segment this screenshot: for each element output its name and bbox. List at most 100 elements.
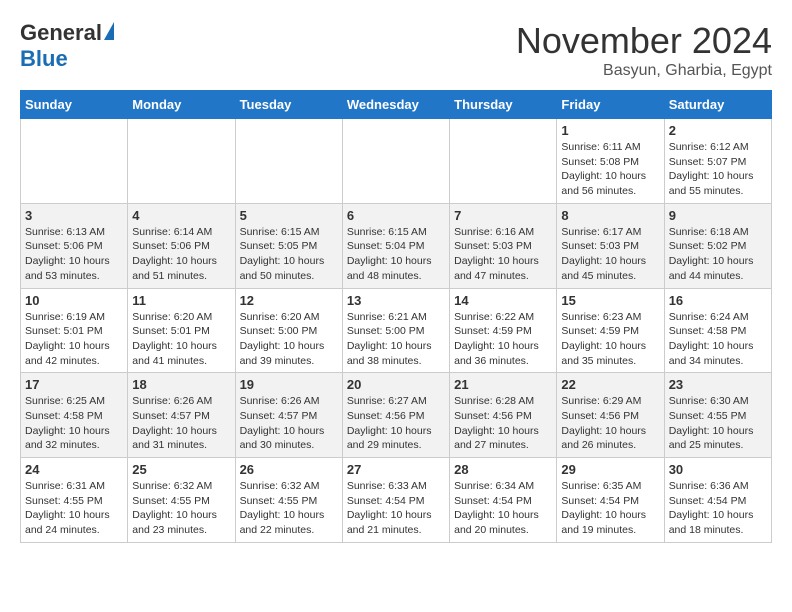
day-info: Sunrise: 6:31 AM Sunset: 4:55 PM Dayligh…: [25, 479, 123, 538]
calendar-cell: 10 Sunrise: 6:19 AM Sunset: 5:01 PM Dayli…: [21, 288, 128, 373]
calendar-cell: 28Sunrise: 6:34 AM Sunset: 4:54 PM Dayli…: [450, 458, 557, 543]
day-number: 8: [561, 208, 659, 223]
calendar-cell: 23 Sunrise: 6:30 AM Sunset: 4:55 PM Dayli…: [664, 373, 771, 458]
calendar-cell: 30 Sunrise: 6:36 AM Sunset: 4:54 PM Dayli…: [664, 458, 771, 543]
calendar-cell: 5 Sunrise: 6:15 AM Sunset: 5:05 PM Daylig…: [235, 203, 342, 288]
calendar-week-row: 24 Sunrise: 6:31 AM Sunset: 4:55 PM Dayli…: [21, 458, 772, 543]
calendar-cell: 24 Sunrise: 6:31 AM Sunset: 4:55 PM Dayli…: [21, 458, 128, 543]
weekday-header: Saturday: [664, 91, 771, 119]
month-title: November 2024: [516, 20, 772, 62]
calendar-cell: 20 Sunrise: 6:27 AM Sunset: 4:56 PM Dayli…: [342, 373, 449, 458]
weekday-header: Monday: [128, 91, 235, 119]
day-info: Sunrise: 6:20 AM Sunset: 5:00 PM Dayligh…: [240, 310, 338, 369]
day-info: Sunrise: 6:27 AM Sunset: 4:56 PM Dayligh…: [347, 394, 445, 453]
logo-triangle-icon: [104, 22, 114, 40]
day-number: 14: [454, 293, 552, 308]
calendar-cell: 12 Sunrise: 6:20 AM Sunset: 5:00 PM Dayli…: [235, 288, 342, 373]
day-info: Sunrise: 6:34 AM Sunset: 4:54 PM Dayligh…: [454, 479, 552, 538]
day-info: Sunrise: 6:12 AM Sunset: 5:07 PM Dayligh…: [669, 140, 767, 199]
day-info: Sunrise: 6:23 AM Sunset: 4:59 PM Dayligh…: [561, 310, 659, 369]
calendar-cell: 11 Sunrise: 6:20 AM Sunset: 5:01 PM Dayli…: [128, 288, 235, 373]
calendar-header-row: SundayMondayTuesdayWednesdayThursdayFrid…: [21, 91, 772, 119]
calendar-cell: 26 Sunrise: 6:32 AM Sunset: 4:55 PM Dayli…: [235, 458, 342, 543]
calendar-cell: 15 Sunrise: 6:23 AM Sunset: 4:59 PM Dayli…: [557, 288, 664, 373]
calendar-cell: 13Sunrise: 6:21 AM Sunset: 5:00 PM Dayli…: [342, 288, 449, 373]
day-number: 26: [240, 462, 338, 477]
day-info: Sunrise: 6:32 AM Sunset: 4:55 PM Dayligh…: [132, 479, 230, 538]
day-number: 23: [669, 377, 767, 392]
calendar-cell: 1 Sunrise: 6:11 AM Sunset: 5:08 PM Daylig…: [557, 119, 664, 204]
calendar-cell: [128, 119, 235, 204]
weekday-header: Wednesday: [342, 91, 449, 119]
day-number: 27: [347, 462, 445, 477]
day-info: Sunrise: 6:24 AM Sunset: 4:58 PM Dayligh…: [669, 310, 767, 369]
day-info: Sunrise: 6:21 AM Sunset: 5:00 PM Dayligh…: [347, 310, 445, 369]
day-info: Sunrise: 6:15 AM Sunset: 5:04 PM Dayligh…: [347, 225, 445, 284]
day-number: 4: [132, 208, 230, 223]
day-info: Sunrise: 6:35 AM Sunset: 4:54 PM Dayligh…: [561, 479, 659, 538]
day-number: 19: [240, 377, 338, 392]
day-number: 1: [561, 123, 659, 138]
title-section: November 2024 Basyun, Gharbia, Egypt: [516, 20, 772, 80]
day-info: Sunrise: 6:14 AM Sunset: 5:06 PM Dayligh…: [132, 225, 230, 284]
calendar-cell: 9 Sunrise: 6:18 AM Sunset: 5:02 PM Daylig…: [664, 203, 771, 288]
page-header: General Blue November 2024 Basyun, Gharb…: [20, 20, 772, 80]
day-number: 21: [454, 377, 552, 392]
day-info: Sunrise: 6:20 AM Sunset: 5:01 PM Dayligh…: [132, 310, 230, 369]
day-number: 3: [25, 208, 123, 223]
day-info: Sunrise: 6:22 AM Sunset: 4:59 PM Dayligh…: [454, 310, 552, 369]
day-info: Sunrise: 6:26 AM Sunset: 4:57 PM Dayligh…: [132, 394, 230, 453]
day-number: 22: [561, 377, 659, 392]
day-info: Sunrise: 6:32 AM Sunset: 4:55 PM Dayligh…: [240, 479, 338, 538]
day-info: Sunrise: 6:26 AM Sunset: 4:57 PM Dayligh…: [240, 394, 338, 453]
calendar-week-row: 3Sunrise: 6:13 AM Sunset: 5:06 PM Daylig…: [21, 203, 772, 288]
day-info: Sunrise: 6:16 AM Sunset: 5:03 PM Dayligh…: [454, 225, 552, 284]
weekday-header: Sunday: [21, 91, 128, 119]
day-info: Sunrise: 6:30 AM Sunset: 4:55 PM Dayligh…: [669, 394, 767, 453]
day-info: Sunrise: 6:17 AM Sunset: 5:03 PM Dayligh…: [561, 225, 659, 284]
calendar-week-row: 17 Sunrise: 6:25 AM Sunset: 4:58 PM Dayli…: [21, 373, 772, 458]
day-info: Sunrise: 6:11 AM Sunset: 5:08 PM Dayligh…: [561, 140, 659, 199]
calendar-cell: 21 Sunrise: 6:28 AM Sunset: 4:56 PM Dayli…: [450, 373, 557, 458]
calendar-cell: [235, 119, 342, 204]
logo-blue: Blue: [20, 46, 68, 72]
day-number: 24: [25, 462, 123, 477]
calendar-cell: 25 Sunrise: 6:32 AM Sunset: 4:55 PM Dayli…: [128, 458, 235, 543]
day-number: 30: [669, 462, 767, 477]
calendar-cell: [21, 119, 128, 204]
calendar-cell: [450, 119, 557, 204]
calendar-cell: 22Sunrise: 6:29 AM Sunset: 4:56 PM Dayli…: [557, 373, 664, 458]
day-info: Sunrise: 6:19 AM Sunset: 5:01 PM Dayligh…: [25, 310, 123, 369]
logo-general: General: [20, 20, 102, 46]
calendar-cell: 17 Sunrise: 6:25 AM Sunset: 4:58 PM Dayli…: [21, 373, 128, 458]
day-number: 5: [240, 208, 338, 223]
calendar-cell: 4 Sunrise: 6:14 AM Sunset: 5:06 PM Daylig…: [128, 203, 235, 288]
day-number: 20: [347, 377, 445, 392]
day-number: 9: [669, 208, 767, 223]
weekday-header: Friday: [557, 91, 664, 119]
calendar-week-row: 10 Sunrise: 6:19 AM Sunset: 5:01 PM Dayli…: [21, 288, 772, 373]
day-info: Sunrise: 6:28 AM Sunset: 4:56 PM Dayligh…: [454, 394, 552, 453]
calendar-cell: 3Sunrise: 6:13 AM Sunset: 5:06 PM Daylig…: [21, 203, 128, 288]
day-number: 25: [132, 462, 230, 477]
day-number: 15: [561, 293, 659, 308]
calendar-cell: 14 Sunrise: 6:22 AM Sunset: 4:59 PM Dayli…: [450, 288, 557, 373]
weekday-header: Tuesday: [235, 91, 342, 119]
calendar-cell: 8 Sunrise: 6:17 AM Sunset: 5:03 PM Daylig…: [557, 203, 664, 288]
weekday-header: Thursday: [450, 91, 557, 119]
day-number: 10: [25, 293, 123, 308]
day-info: Sunrise: 6:25 AM Sunset: 4:58 PM Dayligh…: [25, 394, 123, 453]
day-info: Sunrise: 6:15 AM Sunset: 5:05 PM Dayligh…: [240, 225, 338, 284]
calendar-week-row: 1 Sunrise: 6:11 AM Sunset: 5:08 PM Daylig…: [21, 119, 772, 204]
calendar-cell: 18Sunrise: 6:26 AM Sunset: 4:57 PM Dayli…: [128, 373, 235, 458]
calendar-cell: 6Sunrise: 6:15 AM Sunset: 5:04 PM Daylig…: [342, 203, 449, 288]
day-info: Sunrise: 6:36 AM Sunset: 4:54 PM Dayligh…: [669, 479, 767, 538]
calendar-cell: [342, 119, 449, 204]
day-number: 12: [240, 293, 338, 308]
calendar-cell: 29Sunrise: 6:35 AM Sunset: 4:54 PM Dayli…: [557, 458, 664, 543]
calendar-table: SundayMondayTuesdayWednesdayThursdayFrid…: [20, 90, 772, 543]
day-number: 11: [132, 293, 230, 308]
day-info: Sunrise: 6:33 AM Sunset: 4:54 PM Dayligh…: [347, 479, 445, 538]
day-number: 17: [25, 377, 123, 392]
day-info: Sunrise: 6:18 AM Sunset: 5:02 PM Dayligh…: [669, 225, 767, 284]
